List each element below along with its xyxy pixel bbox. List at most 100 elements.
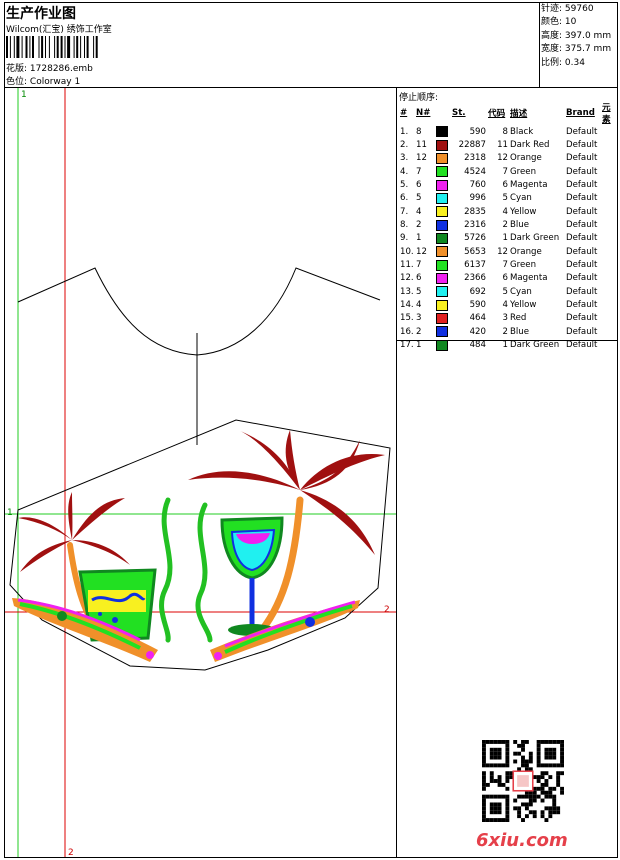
row-index: 5. (400, 180, 409, 191)
row-element (601, 165, 620, 178)
row-stitches: 590 (469, 300, 486, 311)
row-swatch (435, 218, 451, 231)
row-swatch (435, 152, 451, 165)
row-swatch (435, 178, 451, 191)
table-row: 12. 6 2366 6 Magenta Default (399, 272, 620, 285)
row-element (601, 152, 620, 165)
row-description: Blue (510, 220, 530, 231)
row-code: 5 (502, 193, 508, 204)
table-row: 3. 12 2318 12 Orange Default (399, 152, 620, 165)
col-header-description: 描述 (510, 109, 528, 119)
color-swatch (436, 312, 448, 324)
row-description: Magenta (510, 273, 548, 284)
table-row: 7. 4 2835 4 Yellow Default (399, 205, 620, 218)
page-title: 生产作业图 (6, 6, 76, 22)
row-stitches: 996 (469, 193, 486, 204)
row-swatch (435, 339, 451, 352)
design-value: 1728286.emb (29, 64, 93, 74)
color-swatch (436, 219, 448, 231)
row-code: 6 (502, 180, 508, 191)
row-description: Blue (510, 326, 530, 337)
stat-row: 高度: 397.0 mm (541, 30, 612, 41)
row-swatch (435, 272, 451, 285)
row-brand: Default (566, 313, 598, 324)
row-code: 7 (502, 166, 508, 177)
row-stitches: 22887 (458, 140, 486, 151)
row-stitches: 2366 (464, 273, 486, 284)
color-swatch (436, 152, 448, 164)
colorway-value: Colorway 1 (29, 77, 81, 87)
row-stitches: 484 (469, 340, 486, 351)
row-code: 2 (502, 220, 508, 231)
row-needle: 5 (416, 193, 422, 204)
design-preview: 1 1 2 2 (5, 88, 396, 857)
row-needle: 6 (416, 273, 422, 284)
row-needle: 2 (416, 220, 422, 231)
color-swatch (436, 326, 448, 338)
row-element (601, 232, 620, 245)
row-stitches: 4524 (464, 166, 486, 177)
row-code: 12 (497, 153, 508, 164)
row-swatch (435, 138, 451, 151)
barcode (6, 36, 98, 58)
guide-label-v1: 1 (21, 90, 27, 100)
row-stitches: 692 (469, 286, 486, 297)
row-code: 7 (502, 260, 508, 271)
row-description: Orange (510, 153, 542, 164)
row-needle: 11 (416, 140, 427, 151)
row-element (601, 325, 620, 338)
row-needle: 12 (416, 153, 427, 164)
col-header-stitches: St. (452, 108, 466, 118)
row-code: 2 (502, 326, 508, 337)
row-brand: Default (566, 206, 598, 217)
colorway-label: 色位: (6, 77, 28, 87)
row-code: 5 (502, 286, 508, 297)
design-stats: 针迹: 59760 颜色: 10 高度: 397.0 mm 宽度: 375.7 … (541, 3, 611, 70)
software-subtitle: Wilcom(汇宝) 绣饰工作室 (6, 25, 112, 35)
row-swatch (435, 312, 451, 325)
col-header-needle: N# (416, 108, 431, 118)
row-element (601, 205, 620, 218)
row-swatch (435, 192, 451, 205)
row-brand: Default (566, 286, 598, 297)
row-index: 17. (400, 340, 414, 351)
row-brand: Default (566, 233, 598, 244)
row-swatch (435, 205, 451, 218)
row-swatch (435, 232, 451, 245)
table-row: 8. 2 2316 2 Blue Default (399, 218, 620, 231)
row-needle: 3 (416, 313, 422, 324)
colorway-line: 色位: Colorway 1 (6, 74, 80, 87)
row-code: 6 (502, 273, 508, 284)
row-description: Green (510, 166, 537, 177)
row-swatch (435, 285, 451, 298)
row-brand: Default (566, 220, 598, 231)
row-brand: Default (566, 153, 598, 164)
row-index: 15. (400, 313, 414, 324)
row-index: 7. (400, 206, 409, 217)
color-swatch (436, 246, 448, 258)
table-row: 14. 4 590 4 Yellow Default (399, 298, 620, 311)
color-swatch (436, 339, 448, 351)
row-brand: Default (566, 260, 598, 271)
stat-row: 比例: 0.34 (541, 57, 585, 68)
row-index: 14. (400, 300, 414, 311)
row-stitches: 2835 (464, 206, 486, 217)
row-needle: 1 (416, 340, 422, 351)
table-row: 1. 8 590 8 Black Default (399, 125, 620, 138)
watermark-logo: 6xiu.com (476, 830, 568, 851)
row-brand: Default (566, 340, 598, 351)
row-swatch (435, 245, 451, 258)
row-index: 9. (400, 233, 409, 244)
color-swatch (436, 139, 448, 151)
row-element (601, 298, 620, 311)
table-row: 17. 1 484 1 Dark Green Default (399, 339, 620, 352)
table-row: 13. 5 692 5 Cyan Default (399, 285, 620, 298)
table-row: 16. 2 420 2 Blue Default (399, 325, 620, 338)
green-squiggle-1 (159, 497, 173, 643)
row-stitches: 6137 (464, 260, 486, 271)
green-squiggle-2 (195, 502, 213, 643)
row-brand: Default (566, 326, 598, 337)
row-element (601, 339, 620, 352)
color-swatch (436, 126, 448, 138)
color-swatch (436, 179, 448, 191)
